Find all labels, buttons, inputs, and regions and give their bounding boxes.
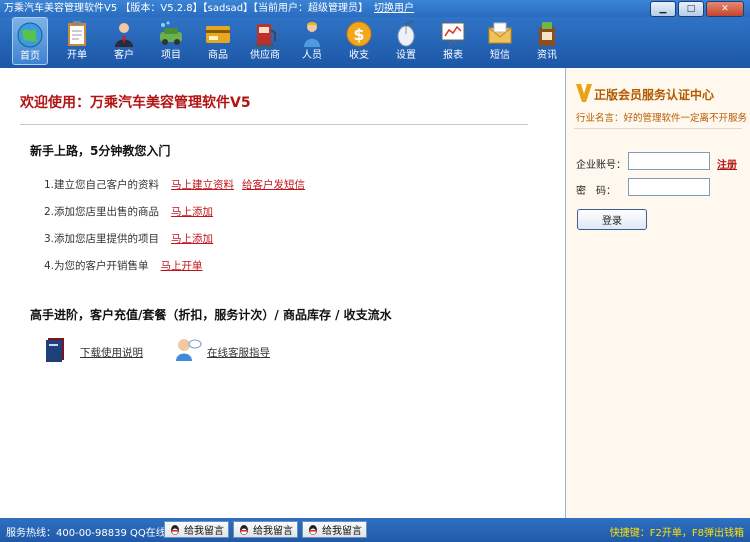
create-customer-link[interactable]: 马上建立资料 [171,179,234,191]
toolbar-product[interactable]: 商品 [200,17,236,65]
chart-board-icon [441,22,465,47]
divider [20,124,528,125]
leave-message-button[interactable]: 给我留言 [233,521,298,538]
toolbar-home[interactable]: 首页 [12,17,48,65]
v-logo-icon [576,84,592,102]
shortcut-hint: 快捷键：F2开单，F8弹出钱箱 [609,528,744,539]
qq-icon [240,524,248,535]
auth-center-title: 正版会员服务认证中心 [594,88,715,102]
window-controls: ▁ □ ✕ [650,1,744,17]
toolbar-reports[interactable]: 报表 [435,17,471,65]
toolbar-label: 项目 [161,50,181,61]
login-button[interactable]: 登录 [577,209,647,230]
divider [574,128,742,129]
fuel-pump-icon [255,24,276,47]
customer-icon [115,23,133,47]
step-4: 4.为您的客户开销售单 马上开单 [44,258,203,273]
switch-user-link[interactable]: 切换用户 [374,3,414,14]
online-support-link[interactable]: 在线客服指导 [207,345,270,360]
toolbar-label: 短信 [490,50,510,61]
news-icon [539,22,555,46]
svg-text:$: $ [353,25,364,44]
mouse-icon [397,20,415,47]
register-link[interactable]: 注册 [717,156,737,171]
staff-icon [304,22,320,47]
send-sms-link[interactable]: 给客户发短信 [242,179,305,191]
close-button[interactable]: ✕ [706,1,744,17]
dollar-coin-icon: $ [346,21,372,47]
create-order-link[interactable]: 马上开单 [161,260,203,272]
leave-message-label: 给我留言 [184,526,224,537]
toolbar-label: 供应商 [250,50,280,61]
toolbar-sms[interactable]: 短信 [482,17,518,65]
leave-message-button[interactable]: 给我留言 [302,521,367,538]
main-toolbar: 首页 开单 客户 项目 商品 供应商 人员 $ 收支 设置 报表 短信 资讯 [0,17,750,68]
car-wash-icon [160,21,182,45]
toolbar-label: 首页 [20,51,40,62]
toolbar-label: 人员 [302,50,322,61]
product-card-icon [206,26,230,43]
leave-message-label: 给我留言 [322,526,362,537]
title-bar: 万乘汽车美容管理软件V5 【版本：V5.2.8】【sadsad】【当前用户：超级… [0,0,750,17]
welcome-title: 欢迎使用：万乘汽车美容管理软件V5 [20,95,251,111]
step-3: 3.添加您店里提供的项目 马上添加 [44,231,213,246]
advanced-title: 高手进阶，客户充值/套餐（折扣，服务计次）/ 商品库存 / 收支流水 [30,308,392,322]
toolbar-supplier[interactable]: 供应商 [247,17,283,65]
industry-quote: 行业名言：好的管理软件一定离不开服务 [576,113,748,124]
step-1: 1.建立您自己客户的资料 马上建立资料 给客户发短信 [44,177,305,192]
toolbar-news[interactable]: 资讯 [529,17,565,65]
toolbar-label: 客户 [114,50,134,61]
online-support-icon [176,339,202,361]
toolbar-label: 报表 [443,50,463,61]
main-panel: 欢迎使用：万乘汽车美容管理软件V5 新手上路，5分钟教您入门 1.建立您自己客户… [0,68,566,518]
toolbar-staff[interactable]: 人员 [294,17,330,65]
member-auth-panel: 正版会员服务认证中心 行业名言：好的管理软件一定离不开服务 企业账号： 注册 密… [566,68,750,518]
toolbar-label: 开单 [67,50,87,61]
leave-message-label: 给我留言 [253,526,293,537]
step-text: 3.添加您店里提供的项目 [44,233,160,245]
getting-started-title: 新手上路，5分钟教您入门 [30,144,171,158]
message-buttons: 给我留言 给我留言 给我留言 [164,521,367,538]
toolbar-label: 收支 [349,50,369,61]
window-title-text: 万乘汽车美容管理软件V5 【版本：V5.2.8】【sadsad】【当前用户：超级… [4,3,369,14]
account-label: 企业账号： [576,160,626,171]
window-title: 万乘汽车美容管理软件V5 【版本：V5.2.8】【sadsad】【当前用户：超级… [4,0,414,17]
globe-icon [17,22,43,48]
qq-icon [171,524,179,535]
leave-message-button[interactable]: 给我留言 [164,521,229,538]
toolbar-order[interactable]: 开单 [59,17,95,65]
step-2: 2.添加您店里出售的商品 马上添加 [44,204,213,219]
status-bar: 服务热线：400-00-98839 QQ在线客服： 给我留言 给我留言 给我留言… [0,518,750,542]
toolbar-settings[interactable]: 设置 [388,17,424,65]
minimize-button[interactable]: ▁ [650,1,676,17]
password-input[interactable] [628,178,710,196]
toolbar-project[interactable]: 项目 [153,17,189,65]
maximize-button[interactable]: □ [678,1,704,17]
add-product-link[interactable]: 马上添加 [171,206,213,218]
step-text: 1.建立您自己客户的资料 [44,179,160,191]
step-text: 4.为您的客户开销售单 [44,260,149,272]
clipboard-icon [68,21,86,46]
qq-icon [309,524,317,535]
toolbar-label: 资讯 [537,50,557,61]
password-label: 密 码： [576,186,616,197]
step-text: 2.添加您店里出售的商品 [44,206,160,218]
envelope-icon [488,22,512,44]
toolbar-customer[interactable]: 客户 [106,17,142,65]
manual-book-icon [46,338,64,362]
toolbar-label: 商品 [208,50,228,61]
toolbar-label: 设置 [396,50,416,61]
toolbar-finance[interactable]: $ 收支 [341,17,377,65]
account-input[interactable] [628,152,710,170]
add-project-link[interactable]: 马上添加 [171,233,213,245]
app-window: 万乘汽车美容管理软件V5 【版本：V5.2.8】【sadsad】【当前用户：超级… [0,0,750,542]
download-manual-link[interactable]: 下载使用说明 [80,345,143,360]
